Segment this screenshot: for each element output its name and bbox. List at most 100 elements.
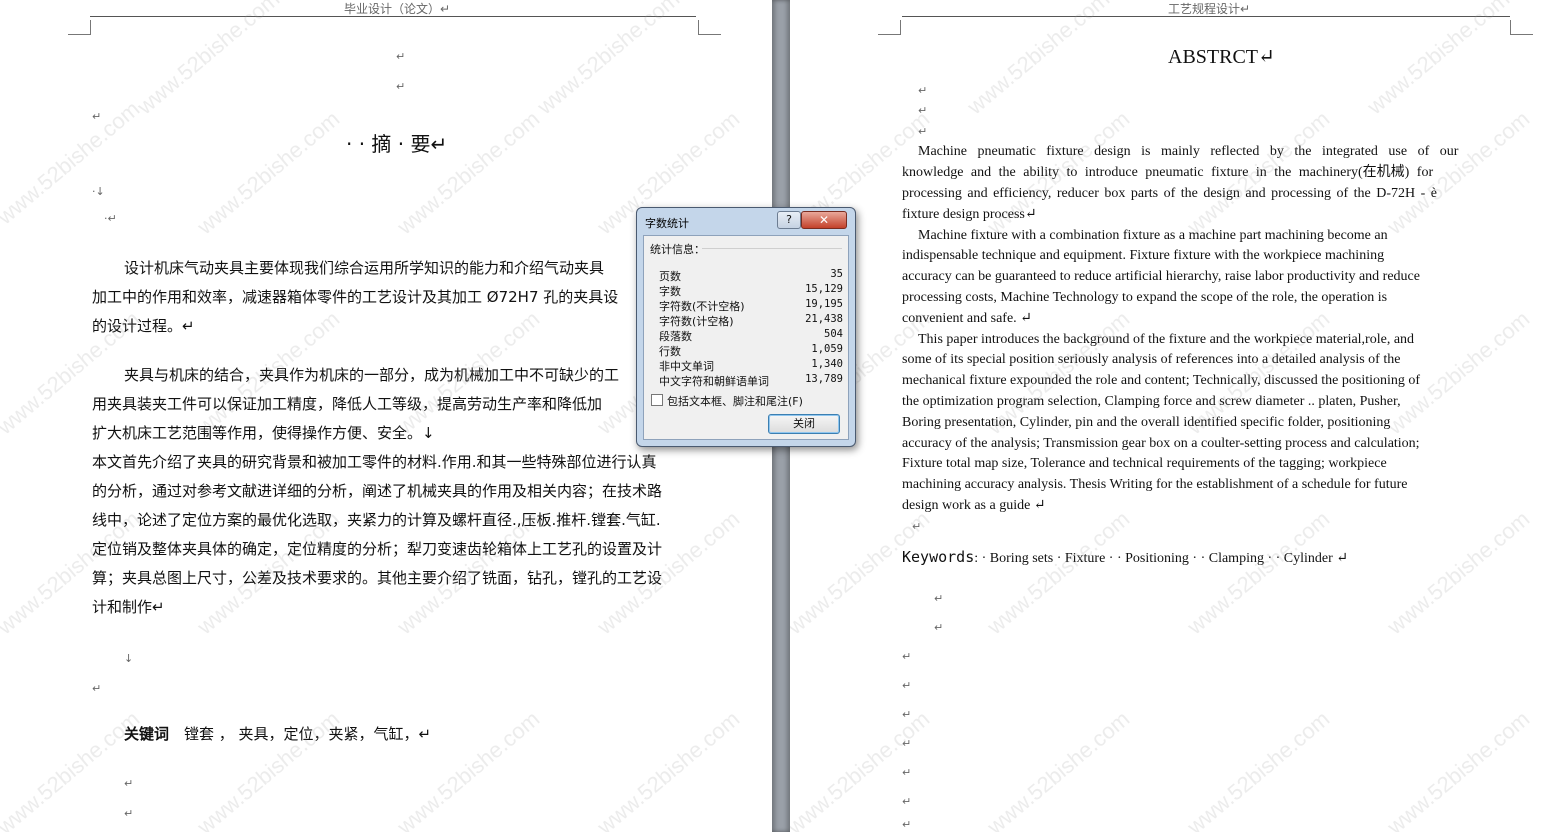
stat-value: 1,340 — [811, 358, 843, 370]
abstract-line: Fixture total map size, Tolerance and te… — [902, 456, 1387, 471]
abstract-line: design work as a guide ↵ — [902, 498, 1046, 513]
abstract-line: processing costs, Machine Technology to … — [902, 290, 1388, 305]
paragraph-mark: ↵ — [912, 520, 922, 533]
stat-value: 1,059 — [811, 343, 843, 355]
left-header-rule — [90, 16, 696, 17]
keywords-label: 关键词 — [124, 725, 170, 743]
keywords-value: 镗套 ， 夹具，定位，夹紧，气缸，↵ — [184, 725, 432, 743]
stat-row-chars-no-spaces: 字符数(不计空格) 19,195 — [659, 298, 843, 313]
paragraph-mark: ↵ — [92, 110, 102, 123]
paragraph-mark: ↵ — [92, 682, 102, 695]
paragraph-mark: ↵ — [902, 818, 912, 831]
abstract-para3-line: 定位销及整体夹具体的确定，定位精度的分析；犁刀变速齿轮箱体上工艺孔的设置及计 — [92, 540, 663, 558]
paragraph-mark: ↵ — [934, 621, 944, 634]
abstract-line: knowledge and the ability to introduce p… — [902, 165, 1434, 180]
stat-row-chars-with-spaces: 字符数(计空格) 21,438 — [659, 313, 843, 328]
chinese-abstract-title: · · 摘 · 要↵ — [346, 132, 448, 156]
abstract-line: accuracy of the analysis; Transmission g… — [902, 436, 1420, 451]
abstract-para2-line: 夹具与机床的结合，夹具作为机床的一部分，成为机械加工中不可缺少的工 — [124, 366, 620, 384]
stat-row-non-chinese-words: 非中文单词 1,340 — [659, 358, 843, 373]
stat-value: 21,438 — [805, 313, 843, 325]
close-button[interactable]: 关闭 — [768, 414, 840, 434]
abstract-line: mechanical fixture expounded the role an… — [902, 373, 1421, 388]
help-button[interactable]: ? — [777, 211, 801, 229]
paragraph-mark: ↵ — [124, 777, 134, 790]
stat-row-words: 字数 15,129 — [659, 283, 843, 298]
stat-row-chinese-chars: 中文字符和朝鲜语单词 13,789 — [659, 373, 843, 388]
stat-value: 504 — [824, 328, 843, 340]
paragraph-mark: ↵ — [918, 84, 928, 97]
abstract-para1-line: 设计机床气动夹具主要体现我们综合运用所学知识的能力和介绍气动夹具 — [124, 259, 605, 277]
right-header-rule — [902, 16, 1510, 17]
left-page-header: 毕业设计（论文）↵ — [344, 2, 451, 16]
stat-row-lines: 行数 1,059 — [659, 343, 843, 358]
paragraph-mark: ·↵ — [104, 212, 117, 225]
abstract-para1-line: 的设计过程。↵ — [92, 317, 195, 335]
stat-label: 字符数(计空格) — [659, 315, 734, 328]
abstract-line: processing and efficiency, reducer box p… — [902, 186, 1437, 201]
abstract-line: indispensable technique and equipment. F… — [902, 248, 1385, 263]
statistics-section-label: 统计信息： — [650, 243, 705, 256]
english-abstract-title: ABSTRCT↵ — [1168, 46, 1275, 68]
stat-label: 行数 — [659, 345, 681, 358]
abstract-para3-line: 本文首先介绍了夹具的研究背景和被加工零件的材料.作用.和其一些特殊部位进行认真 — [92, 453, 657, 471]
abstract-para2-line: 扩大机床工艺范围等作用，使得操作方便、安全。↓ — [92, 424, 435, 442]
abstract-para3-line: 的分析，通过对参考文献进详细的分析，阐述了机械夹具的作用及相关内容；在技术路 — [92, 482, 663, 500]
paragraph-mark: ↵ — [902, 650, 912, 663]
stat-label: 非中文单词 — [659, 360, 714, 373]
include-textboxes-label[interactable]: 包括文本框、脚注和尾注(F) — [667, 393, 803, 409]
right-margin-corner-tl — [878, 20, 901, 35]
watermark-text: www.52bishe.com — [132, 0, 285, 120]
watermark-text: www.52bishe.com — [1182, 706, 1335, 832]
right-document-page: 工艺规程设计↵ ABSTRCT↵ ↵ ↵ ↵ Machine pneumatic… — [790, 0, 1558, 832]
paragraph-mark: ↵ — [902, 795, 912, 808]
paragraph-mark: ↵ — [902, 737, 912, 750]
watermark-text: www.52bishe.com — [532, 0, 685, 120]
abstract-line: Machine pneumatic fixture design is main… — [918, 144, 1459, 159]
paragraph-mark: ↵ — [396, 50, 406, 63]
word-count-dialog: 字数统计 ? ✕ 统计信息： 页数 35 字数 15,129 字符数(不计空格)… — [636, 207, 856, 447]
section-divider — [702, 248, 842, 249]
english-keywords-line: Keywords: · Boring sets · Fixture · · Po… — [902, 548, 1348, 567]
stat-value: 19,195 — [805, 298, 843, 310]
dialog-body: 统计信息： 页数 35 字数 15,129 字符数(不计空格) 19,195 字… — [643, 235, 849, 440]
paragraph-mark: ↵ — [902, 708, 912, 721]
watermark-text: www.52bishe.com — [1362, 0, 1515, 120]
paragraph-mark: ↵ — [396, 80, 406, 93]
stat-label: 字数 — [659, 285, 681, 298]
watermark-text: www.52bishe.com — [1182, 506, 1335, 640]
abstract-para3-line: 计和制作↵ — [92, 598, 165, 616]
include-textboxes-checkbox[interactable] — [651, 394, 663, 406]
stat-value: 15,129 — [805, 283, 843, 295]
paragraph-mark: ↵ — [934, 592, 944, 605]
watermark-text: www.52bishe.com — [790, 706, 935, 832]
abstract-para3-line: 线中，论述了定位方案的最优化选取，夹紧力的计算及螺杆直径.,压板.推杆.镗套.气… — [92, 511, 661, 529]
abstract-line: some of its special position seriously a… — [902, 352, 1401, 367]
paragraph-mark: ↵ — [902, 766, 912, 779]
stat-label: 页数 — [659, 270, 681, 283]
stat-value: 13,789 — [805, 373, 843, 385]
abstract-para2-line: 用夹具装夹工件可以保证加工精度，降低人工等级，提高劳动生产率和降低加 — [92, 395, 603, 413]
paragraph-mark: ↵ — [918, 104, 928, 117]
abstract-line: This paper introduces the background of … — [918, 332, 1415, 347]
watermark-text: www.52bishe.com — [982, 706, 1135, 832]
right-margin-corner-tr — [1510, 20, 1533, 35]
abstract-line: the optimization program selection, Clam… — [902, 394, 1401, 409]
abstract-line: Machine fixture with a combination fixtu… — [918, 228, 1388, 243]
stat-row-paragraphs: 段落数 504 — [659, 328, 843, 343]
stat-label: 字符数(不计空格) — [659, 300, 745, 313]
abstract-line: machining accuracy analysis. Thesis Writ… — [902, 477, 1408, 492]
watermark-text: www.52bishe.com — [1382, 706, 1535, 832]
left-margin-corner-tl — [68, 20, 91, 35]
close-icon[interactable]: ✕ — [801, 211, 847, 229]
stat-label: 中文字符和朝鲜语单词 — [659, 375, 769, 388]
english-keywords-value: : · Boring sets · Fixture · · Positionin… — [974, 551, 1349, 566]
watermark-text: www.52bishe.com — [392, 106, 545, 240]
abstract-line: accuracy can be guaranteed to reduce art… — [902, 269, 1420, 284]
english-keywords-label: Keywords — [902, 548, 975, 566]
watermark-text: www.52bishe.com — [592, 706, 745, 832]
watermark-text: www.52bishe.com — [0, 96, 145, 230]
watermark-text: www.52bishe.com — [962, 0, 1115, 120]
stat-value: 35 — [830, 268, 843, 280]
dialog-title: 字数统计 — [645, 217, 689, 230]
